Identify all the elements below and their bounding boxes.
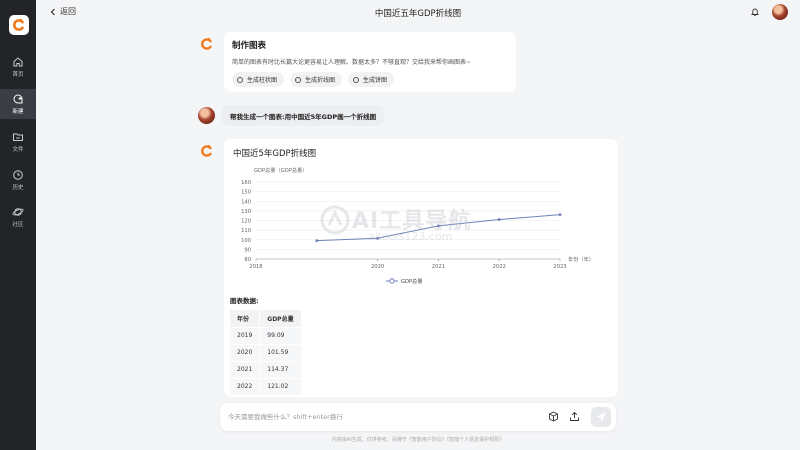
data-point (315, 239, 319, 243)
footer-disclaimer: 内容由AI生成，仅供参考。请遵守《智能用户协议》《智能个人信息保护规则》 (331, 437, 505, 443)
user-message-bubble: 帮我生成一个图表:用中国近5年GDP画一个折线图 (222, 105, 385, 126)
table-cell: 99.09 (259, 327, 301, 345)
new-chat-icon (13, 94, 23, 104)
circle-icon (295, 76, 302, 83)
suggestion-chips: 生成柱状图 生成折线图 生成饼图 (232, 72, 395, 87)
table-header: GDP总量 (259, 310, 301, 328)
sidebar-item-new[interactable]: 新建 (0, 89, 36, 119)
x-tick-label: 2023 (553, 264, 566, 270)
table-cell: 2021 (230, 361, 261, 379)
legend-label: GDP总量 (401, 277, 423, 285)
send-button[interactable] (591, 407, 611, 427)
chip-bar-chart[interactable]: 生成柱状图 (232, 72, 285, 87)
data-point (376, 236, 379, 240)
data-point (497, 218, 501, 221)
chip-label: 生成饼图 (363, 77, 388, 84)
table-cell: 2019 (230, 327, 261, 345)
table-row: 2020 101.59 (230, 344, 301, 362)
intro-card-title: 制作图表 (232, 41, 267, 51)
cube-icon[interactable] (548, 411, 559, 422)
y-tick-label: 110 (241, 228, 251, 234)
y-tick-label: 140 (241, 199, 251, 205)
table-row: 2021 114.37 (230, 361, 301, 379)
chip-pie-chart[interactable]: 生成饼图 (348, 72, 395, 87)
y-axis-label: GDP总量（GDP总量） (254, 166, 307, 174)
x-tick-label: 2018 (249, 264, 262, 270)
assistant-logo-icon (201, 37, 212, 50)
chip-line-chart[interactable]: 生成折线图 (290, 72, 343, 87)
chip-label: 生成柱状图 (247, 77, 278, 84)
data-point (558, 213, 562, 217)
table-cell: 114.37 (259, 361, 301, 379)
user-message-avatar (198, 107, 215, 124)
legend-marker (389, 278, 395, 284)
x-tick-label: 2020 (371, 264, 384, 270)
sidebar-item-history[interactable]: 历史 (0, 165, 36, 195)
assistant-logo-icon (201, 144, 212, 157)
gdp-line-chart: GDP总量（GDP总量） 80 90 100 110 120 130 140 150 160 201… (241, 166, 594, 285)
upload-icon[interactable] (569, 411, 580, 422)
data-table: 年份 GDP总量 2019 99.09 2020 101.59 2021 114.37… (230, 310, 301, 396)
sidebar-item-home[interactable]: 首页 (0, 52, 36, 82)
chart-card-title: 中国近5年GDP折线图 (233, 149, 317, 159)
chart-card: GDP总量（GDP总量） 80 90 100 110 120 130 140 150 160 201… (224, 139, 618, 397)
x-tick-label: 2022 (493, 264, 506, 270)
clock-icon (13, 170, 23, 180)
user-avatar[interactable] (772, 4, 788, 20)
y-tick-label: 150 (241, 190, 251, 196)
sidebar: 首页 新建 文件 历史 社区 (0, 0, 36, 450)
table-cell: 121.02 (259, 378, 301, 396)
intro-card-description: 简单的图表有时比长篇大论更容易让人理解。数据太多？不够直观？交给我来帮你画图表~ (232, 59, 472, 66)
table-row: 2019 99.09 (230, 327, 301, 345)
y-tick-label: 120 (241, 219, 251, 225)
y-tick-label: 90 (244, 247, 251, 253)
table-cell: 2022 (230, 378, 261, 396)
logo-icon (13, 18, 24, 31)
y-tick-label: 100 (241, 238, 251, 244)
series-line (316, 214, 561, 242)
y-tick-label: 160 (241, 180, 251, 186)
sidebar-item-label: 历史 (12, 185, 24, 191)
sidebar-item-label: 首页 (12, 72, 24, 78)
sidebar-item-label: 社区 (12, 222, 24, 228)
sidebar-item-files[interactable]: 文件 (0, 127, 36, 157)
sidebar-item-label: 文件 (12, 147, 24, 153)
page-title: 中国近五年GDP折线图 (374, 9, 462, 19)
intro-card: 制作图表 简单的图表有时比长篇大论更容易让人理解。数据太多？不够直观？交给我来帮… (224, 32, 516, 92)
table-title: 图表数据: (230, 297, 259, 305)
y-tick-label: 130 (241, 209, 251, 215)
data-point (437, 224, 440, 228)
x-tick-label: 2021 (432, 264, 445, 270)
table-header-row: 年份 GDP总量 (230, 310, 301, 328)
folder-icon (13, 133, 23, 141)
x-axis-label: 年份（年） (568, 255, 594, 263)
chat-input[interactable] (228, 410, 528, 424)
circle-icon (237, 76, 243, 83)
y-tick-label: 80 (244, 257, 251, 263)
table-cell: 101.59 (259, 344, 301, 362)
planet-icon (12, 208, 24, 216)
circle-icon (353, 76, 360, 83)
home-icon (13, 57, 23, 67)
send-icon (596, 412, 606, 422)
bell-icon[interactable] (750, 7, 760, 17)
sidebar-item-label: 新建 (12, 109, 24, 115)
sidebar-item-community[interactable]: 社区 (0, 202, 36, 232)
chip-label: 生成折线图 (305, 77, 336, 84)
table-row: 2022 121.02 (230, 378, 301, 396)
table-cell: 2020 (230, 344, 261, 362)
table-header: 年份 (230, 310, 261, 328)
chat-input-box (220, 403, 616, 431)
